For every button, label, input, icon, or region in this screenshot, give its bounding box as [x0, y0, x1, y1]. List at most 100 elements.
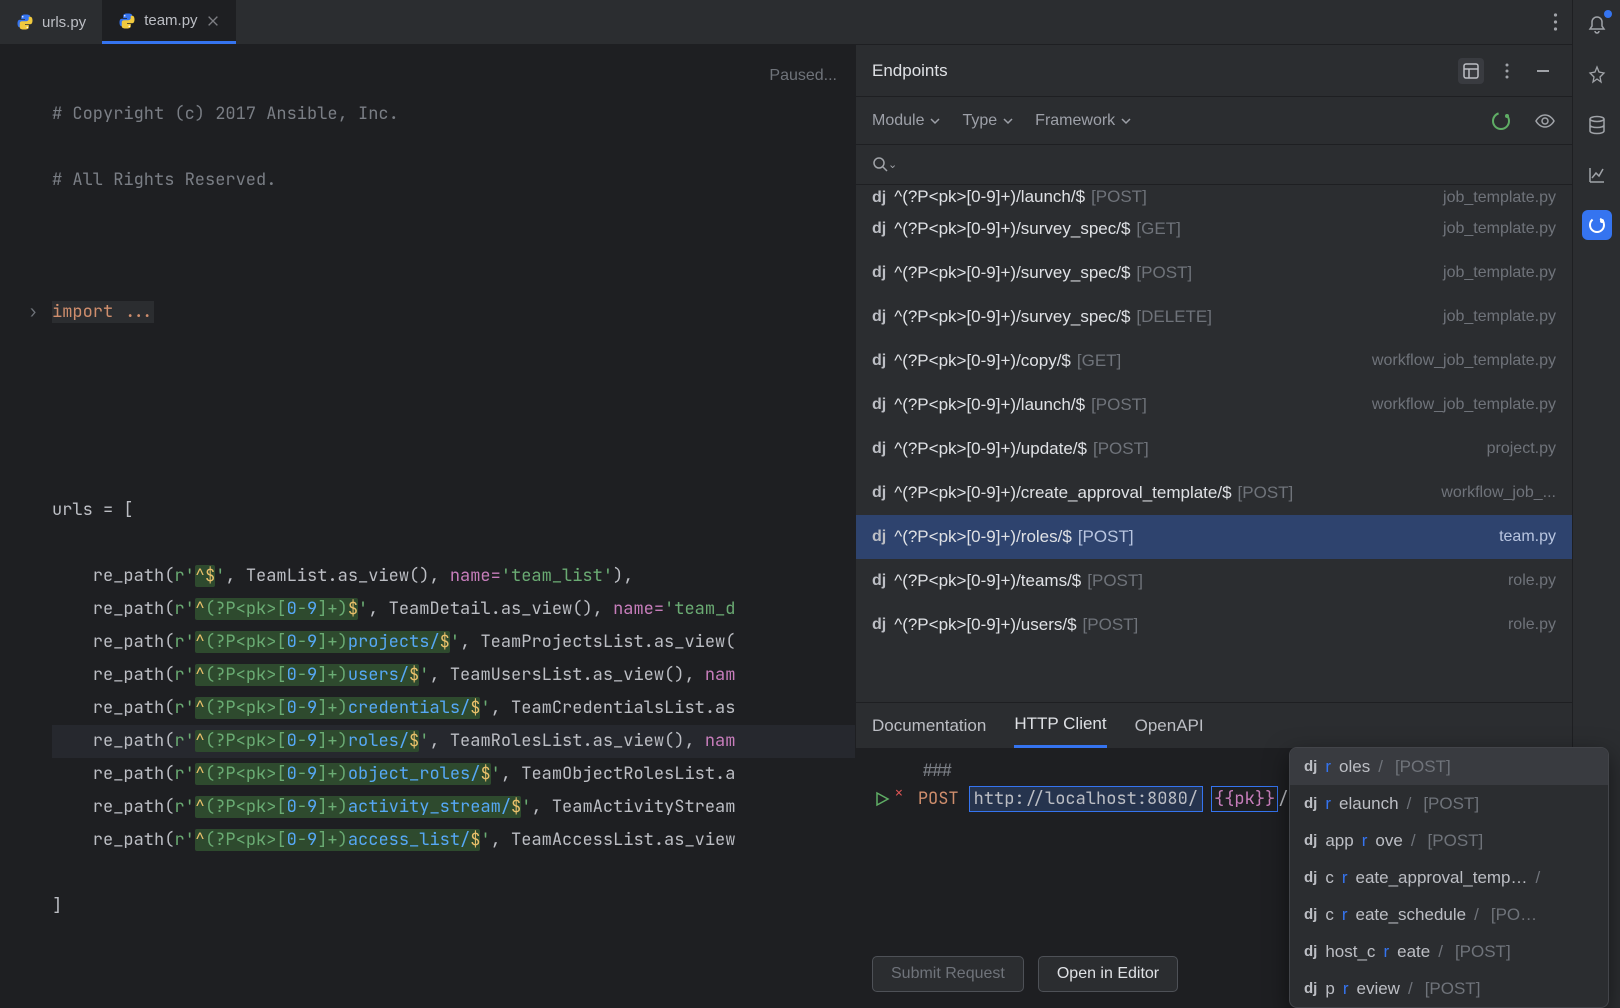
view-mode-icon[interactable]	[1458, 58, 1484, 84]
endpoint-row[interactable]: dj^(?P<pk>[0-9]+)/roles/$ [POST]team.py	[856, 515, 1572, 559]
database-icon[interactable]	[1582, 110, 1612, 140]
framework-badge: dj	[1304, 943, 1317, 960]
endpoint-file: job_template.py	[1443, 308, 1556, 326]
framework-badge: dj	[872, 352, 886, 370]
framework-badge: dj	[872, 308, 886, 326]
framework-badge: dj	[872, 528, 886, 546]
endpoint-method: [POST]	[1087, 571, 1143, 591]
endpoints-tool-icon[interactable]	[1582, 210, 1612, 240]
framework-badge: dj	[872, 264, 886, 282]
tab-team-py[interactable]: team.py	[102, 0, 235, 44]
autocomplete-item[interactable]: dj approve/ [POST]	[1290, 822, 1608, 859]
folded-region[interactable]: import ...	[52, 301, 154, 323]
endpoint-row[interactable]: dj ^(?P<pk>[0-9]+)/create_approval_templa…	[856, 471, 1572, 515]
notifications-icon[interactable]	[1582, 10, 1612, 40]
framework-badge: dj	[872, 484, 886, 502]
code-comment: # Copyright (c) 2017 Ansible, Inc.	[52, 103, 399, 125]
framework-badge: dj	[872, 616, 886, 634]
ac-method: [POST]	[1423, 794, 1479, 814]
autocomplete-item[interactable]: dj host_create/ [POST]	[1290, 933, 1608, 970]
detail-tabs: Documentation HTTP Client OpenAPI	[856, 702, 1572, 748]
autocomplete-item[interactable]: dj create_approval_temp…/	[1290, 859, 1608, 896]
endpoint-row[interactable]: dj ^(?P<pk>[0-9]+)/launch/$ [POST] workflo…	[856, 383, 1572, 427]
endpoint-method: [GET]	[1077, 351, 1121, 371]
search-caret: ⌄	[888, 158, 897, 171]
close-icon[interactable]	[206, 14, 220, 28]
filter-module[interactable]: Module	[872, 112, 940, 130]
code-editor[interactable]: Paused... # Copyright (c) 2017 Ansible, …	[0, 45, 855, 1008]
code-text: urls = [	[52, 499, 134, 521]
endpoint-file: role.py	[1508, 616, 1556, 634]
http-url-line[interactable]: http://localhost:8080/{{pk}}/r/	[969, 788, 1311, 810]
endpoint-path: ^(?P<pk>[0-9]+)/survey_spec/$	[894, 263, 1130, 283]
tab-urls-py[interactable]: urls.py	[0, 0, 102, 44]
ai-assistant-icon[interactable]	[1582, 60, 1612, 90]
code-text: ]	[52, 895, 62, 917]
endpoint-row[interactable]: dj^(?P<pk>[0-9]+)/survey_spec/$ [DELETE]…	[856, 295, 1572, 339]
endpoint-row[interactable]: dj^(?P<pk>[0-9]+)/copy/$ [GET]workflow_j…	[856, 339, 1572, 383]
framework-badge: dj	[872, 220, 886, 238]
endpoint-path: ^(?P<pk>[0-9]+)/teams/$	[894, 571, 1081, 591]
endpoint-method: [DELETE]	[1136, 307, 1212, 327]
autocomplete-item[interactable]: dj relaunch/ [POST]	[1290, 785, 1608, 822]
endpoint-row[interactable]: dj ^(?P<pk>[0-9]+)/users/$ [POST] role.py	[856, 603, 1572, 647]
filter-type[interactable]: Type	[962, 112, 1013, 130]
code-area[interactable]: # Copyright (c) 2017 Ansible, Inc. # All…	[0, 45, 855, 1008]
endpoint-row[interactable]: dj^(?P<pk>[0-9]+)/launch/$[POST]job_temp…	[856, 185, 1572, 207]
openapi-icon[interactable]	[1490, 110, 1512, 132]
endpoint-row[interactable]: dj^(?P<pk>[0-9]+)/survey_spec/$ [GET]job…	[856, 207, 1572, 251]
error-indicator-icon: ✕	[895, 784, 903, 801]
endpoint-method: [POST]	[1238, 483, 1294, 503]
ac-method: [POST]	[1425, 979, 1481, 999]
run-icon[interactable]	[874, 791, 890, 807]
endpoint-file: workflow_job_template.py	[1372, 396, 1556, 414]
python-icon	[118, 12, 136, 30]
open-in-editor-button[interactable]: Open in Editor	[1038, 956, 1178, 992]
endpoint-method: [POST]	[1083, 615, 1139, 635]
detail-tab-http-client[interactable]: HTTP Client	[1014, 703, 1106, 748]
autocomplete-item[interactable]: dj roles/ [POST]	[1290, 748, 1608, 785]
filter-framework[interactable]: Framework	[1035, 112, 1131, 130]
kebab-icon	[1553, 13, 1558, 31]
autocomplete-item[interactable]: dj create_schedule/ [PO…	[1290, 896, 1608, 933]
kebab-menu[interactable]	[1494, 58, 1520, 84]
endpoint-method: [POST]	[1136, 263, 1192, 283]
detail-tab-openapi[interactable]: OpenAPI	[1135, 703, 1204, 748]
code-comment: # All Rights Reserved.	[52, 169, 276, 191]
framework-badge: dj	[872, 396, 886, 414]
endpoint-path: ^(?P<pk>[0-9]+)/survey_spec/$	[894, 219, 1130, 239]
endpoint-file: job_template.py	[1443, 220, 1556, 238]
plots-icon[interactable]	[1582, 160, 1612, 190]
python-icon	[16, 13, 34, 31]
chevron-down-icon	[1121, 116, 1131, 126]
endpoint-row[interactable]: dj^(?P<pk>[0-9]+)/update/$ [POST]project…	[856, 427, 1572, 471]
editor-tabs: urls.py team.py	[0, 0, 1572, 45]
submit-request-button[interactable]: Submit Request	[872, 956, 1024, 992]
chevron-down-icon	[930, 116, 940, 126]
eye-icon[interactable]	[1534, 110, 1556, 132]
endpoint-path: ^(?P<pk>[0-9]+)/roles/$	[894, 527, 1072, 547]
endpoint-path: ^(?P<pk>[0-9]+)/create_approval_template…	[894, 483, 1231, 503]
fold-arrow-icon[interactable]: ›	[28, 296, 38, 329]
endpoint-row[interactable]: dj^(?P<pk>[0-9]+)/teams/$ [POST]role.py	[856, 559, 1572, 603]
endpoint-path: ^(?P<pk>[0-9]+)/copy/$	[894, 351, 1071, 371]
endpoint-method: [POST]	[1091, 395, 1147, 415]
framework-badge: dj	[1304, 869, 1317, 886]
tab-more-actions[interactable]	[1539, 13, 1572, 31]
endpoint-file: team.py	[1499, 528, 1556, 546]
autocomplete-popup: dj roles/ [POST]dj relaunch/ [POST]dj ap…	[1289, 747, 1609, 1008]
endpoints-list[interactable]: dj ^(?P<pk>[0-9]+)/launch/$ [POST] job_temp…	[856, 185, 1572, 702]
chevron-down-icon	[1003, 116, 1013, 126]
endpoint-row[interactable]: dj^(?P<pk>[0-9]+)/survey_spec/$ [POST]jo…	[856, 251, 1572, 295]
autocomplete-item[interactable]: dj preview/ [POST]	[1290, 970, 1608, 1007]
framework-badge: dj	[1304, 758, 1317, 775]
ac-method: [POST]	[1428, 831, 1484, 851]
minimize-icon[interactable]	[1530, 58, 1556, 84]
tab-label: urls.py	[42, 14, 86, 31]
endpoint-path: ^(?P<pk>[0-9]+)/users/$	[894, 615, 1076, 635]
http-variable: {{pk}}	[1211, 786, 1278, 812]
endpoints-search[interactable]: ⌄	[856, 145, 1572, 185]
endpoint-path: ^(?P<pk>[0-9]+)/launch/$	[894, 395, 1085, 415]
detail-tab-documentation[interactable]: Documentation	[872, 703, 986, 748]
framework-badge: dj	[1304, 906, 1317, 923]
